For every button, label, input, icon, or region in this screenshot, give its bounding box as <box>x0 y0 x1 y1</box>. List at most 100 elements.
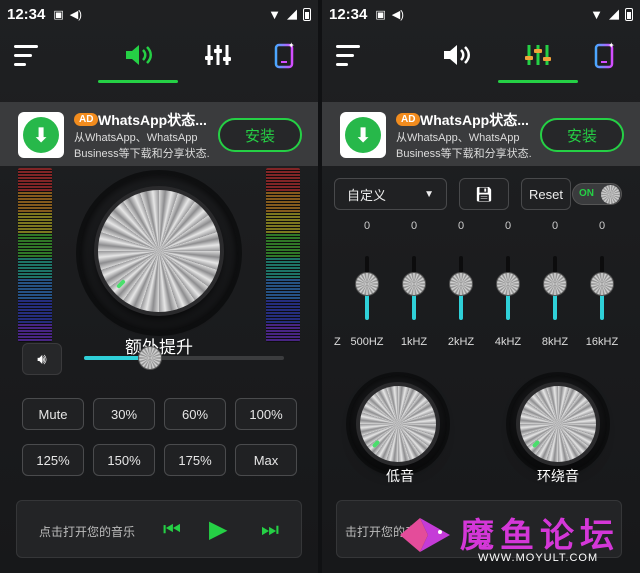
vu-segment <box>18 318 52 320</box>
tab-equalizer[interactable] <box>198 40 238 70</box>
install-button[interactable]: 安装 <box>540 118 624 152</box>
band-slider-thumb[interactable] <box>355 272 379 296</box>
menu-icon[interactable] <box>14 40 54 70</box>
preset-name: 自定义 <box>347 187 387 203</box>
ad-banner[interactable]: ⬇ AD WhatsApp状态... 从WhatsApp、WhatsApp Bu… <box>0 102 318 166</box>
save-preset-button[interactable]: 💾︎ <box>459 178 509 210</box>
volume-knob[interactable] <box>98 190 220 312</box>
vu-segment <box>18 174 52 176</box>
band-slider-thumb[interactable] <box>496 272 520 296</box>
vu-segment <box>266 174 300 176</box>
ad-title: WhatsApp状态... <box>98 112 207 128</box>
previous-icon[interactable]: ⏮︎ <box>163 519 181 542</box>
preset-dropdown[interactable]: 自定义 ▼ <box>334 178 447 210</box>
active-tab-indicator <box>498 80 578 83</box>
vu-segment <box>18 309 52 311</box>
vu-segment <box>18 324 52 326</box>
ad-tag: AD <box>396 113 421 126</box>
preset-button[interactable]: 175% <box>164 444 226 476</box>
eq-band: 0 500HZ <box>344 220 390 348</box>
ad-app-logo: ⬇ <box>340 112 386 158</box>
tab-volume[interactable] <box>118 40 158 70</box>
vu-segment <box>18 201 52 203</box>
music-player-bar[interactable]: 点击打开您的音乐 ⏮︎ ▶ ⏭︎ <box>16 500 302 558</box>
reset-button[interactable]: Reset <box>521 178 571 210</box>
vu-segment <box>266 201 300 203</box>
sound-output-button[interactable]: 🔊︎ <box>22 343 62 375</box>
vu-segment <box>18 195 52 197</box>
bass-knob[interactable] <box>360 386 436 462</box>
play-icon[interactable]: ▶ <box>209 515 227 544</box>
vu-segment <box>266 207 300 209</box>
knob-indicator <box>371 439 381 449</box>
vu-segment <box>18 261 52 263</box>
phone-theme-icon: ✦ <box>594 41 615 69</box>
knob-indicator <box>531 439 541 449</box>
speaker-settings-icon: 🔊︎ <box>37 350 47 368</box>
install-button[interactable]: 安装 <box>218 118 302 152</box>
vu-segment <box>18 210 52 212</box>
vu-segment <box>18 303 52 305</box>
preset-button[interactable]: 30% <box>93 398 155 430</box>
ad-desc-line1: 从WhatsApp、WhatsApp <box>74 132 198 144</box>
band-slider-thumb[interactable] <box>449 272 473 296</box>
vu-segment <box>266 222 300 224</box>
band-frequency: 16kHZ <box>585 336 619 348</box>
vu-segment <box>266 303 300 305</box>
ad-banner[interactable]: ⬇ AD WhatsApp状态... 从WhatsApp、WhatsApp Bu… <box>322 102 640 166</box>
eq-band: 0 8kHZ <box>532 220 578 348</box>
next-icon[interactable]: ⏭︎ <box>261 519 279 542</box>
vu-segment <box>266 297 300 299</box>
vu-segment <box>266 312 300 314</box>
vu-segment <box>18 183 52 185</box>
vu-segment <box>266 330 300 332</box>
band-slider-thumb[interactable] <box>590 272 614 296</box>
vu-segment <box>18 270 52 272</box>
chevron-down-icon: ▼ <box>424 188 434 200</box>
preset-button[interactable]: 60% <box>164 398 226 430</box>
tab-volume[interactable] <box>436 40 476 70</box>
vu-segment <box>266 252 300 254</box>
vu-segment <box>18 192 52 194</box>
knob-indicator <box>116 279 126 289</box>
vu-segment <box>266 228 300 230</box>
boost-slider-thumb[interactable] <box>138 346 162 370</box>
vu-segment <box>18 168 52 170</box>
vu-segment <box>266 240 300 242</box>
vu-segment <box>18 291 52 293</box>
vu-segment <box>266 318 300 320</box>
equalizer-screen: 12:34 ▣ ◀) ▼ ◢ ✦ ⬇ AD WhatsApp状态... 从Wha… <box>322 0 640 573</box>
menu-icon[interactable] <box>336 40 376 70</box>
tab-theme[interactable]: ✦ <box>584 40 624 70</box>
vu-segment <box>266 285 300 287</box>
vu-segment <box>18 327 52 329</box>
surround-knob[interactable] <box>520 386 596 462</box>
preset-button[interactable]: 125% <box>22 444 84 476</box>
eq-band: 0 1kHZ <box>391 220 437 348</box>
forum-watermark: 魔鱼论坛 WWW.MOYULT.COM <box>394 504 640 570</box>
vu-segment <box>266 324 300 326</box>
status-time: 12:34 <box>329 5 368 23</box>
toggle-knob <box>601 185 620 204</box>
vu-segment <box>266 180 300 182</box>
player-text: 点击打开您的音乐 <box>39 525 136 539</box>
tab-equalizer[interactable] <box>518 40 558 70</box>
vu-segment <box>18 264 52 266</box>
preset-button[interactable]: 150% <box>93 444 155 476</box>
vu-segment <box>266 300 300 302</box>
wifi-icon: ▼ <box>268 6 281 22</box>
vu-segment <box>18 276 52 278</box>
surround-label: 环绕音 <box>537 468 579 484</box>
vu-segment <box>266 321 300 323</box>
tab-theme[interactable]: ✦ <box>264 40 304 70</box>
band-slider-thumb[interactable] <box>543 272 567 296</box>
preset-button[interactable]: Mute <box>22 398 84 430</box>
vu-segment <box>18 249 52 251</box>
equalizer-toggle[interactable]: ON <box>572 183 622 205</box>
preset-button[interactable]: Max <box>235 444 297 476</box>
band-slider-thumb[interactable] <box>402 272 426 296</box>
preset-button[interactable]: 100% <box>235 398 297 430</box>
vu-segment <box>18 252 52 254</box>
vu-segment <box>266 270 300 272</box>
boost-slider[interactable] <box>84 346 284 370</box>
